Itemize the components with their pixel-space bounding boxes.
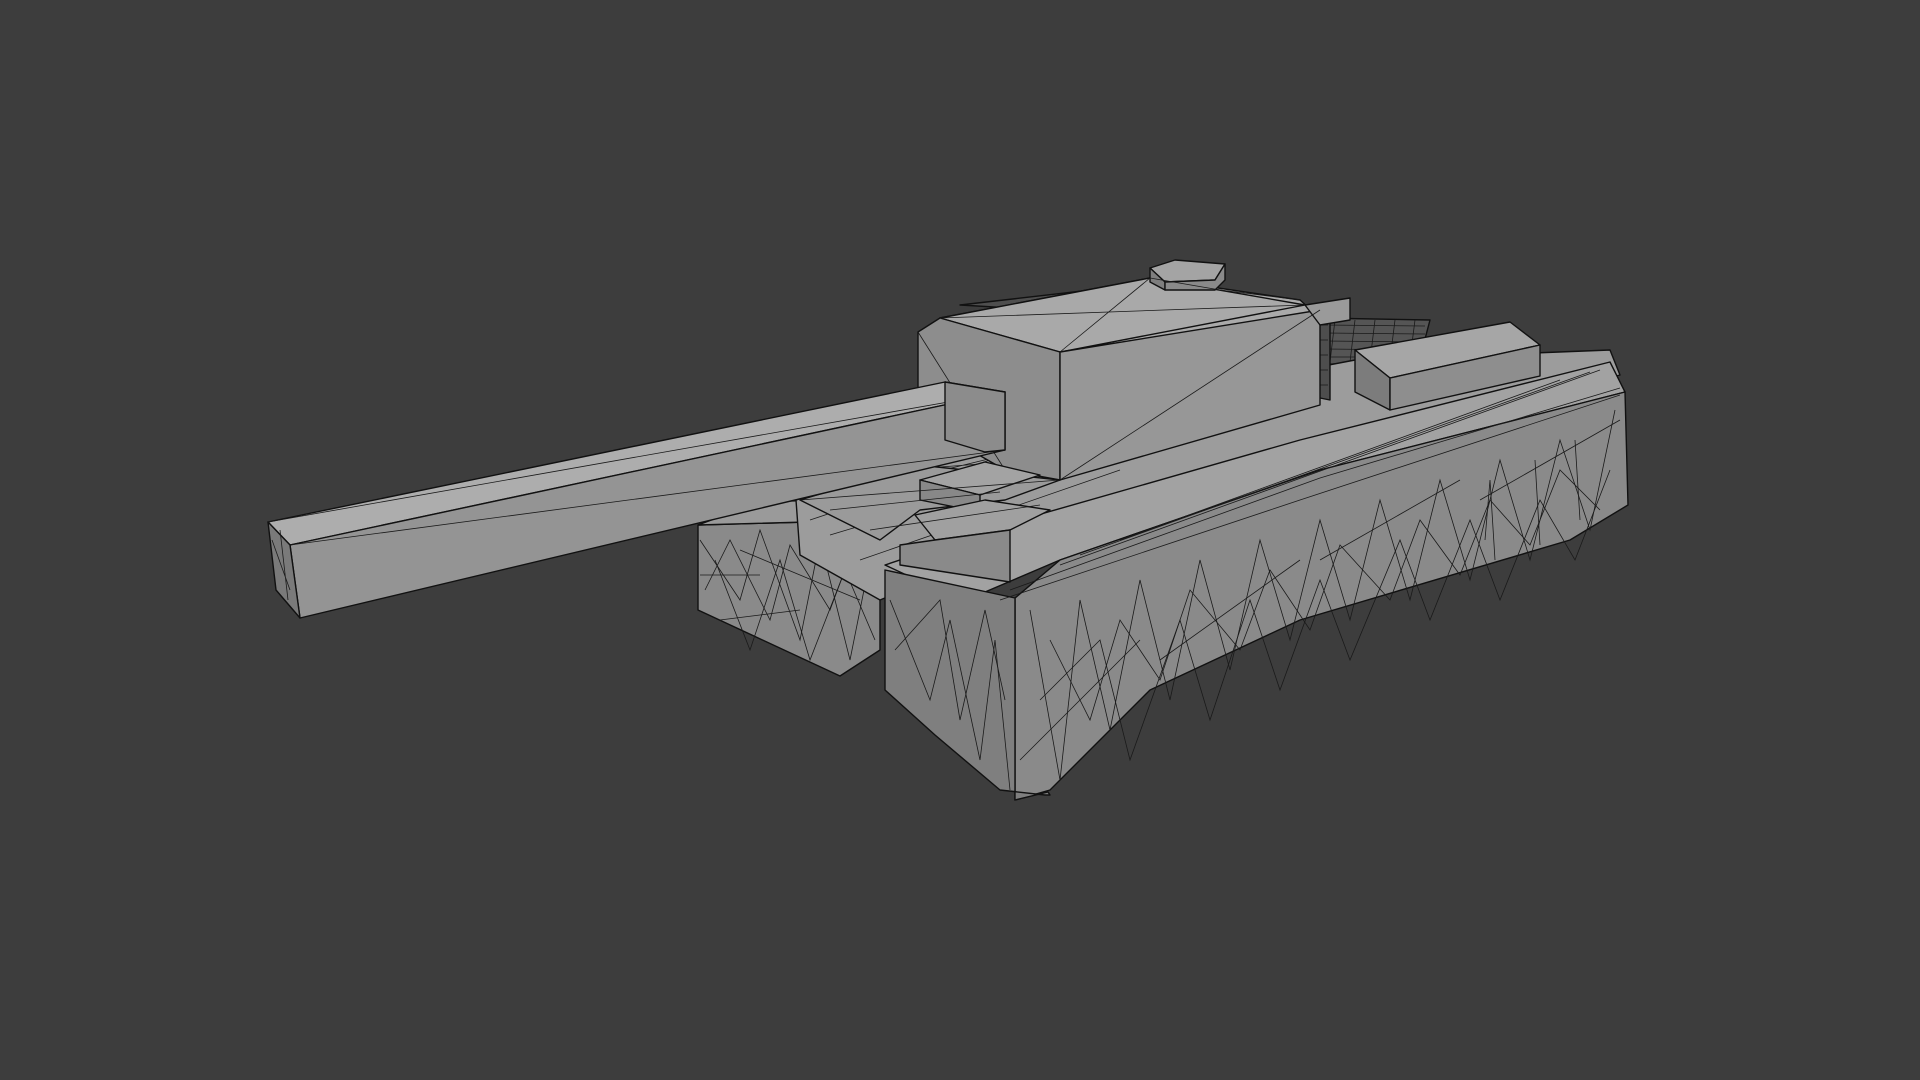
3d-viewport[interactable] (0, 0, 1920, 1080)
gun-mantlet (944, 381, 1006, 453)
tank-mesh[interactable] (0, 0, 1920, 1080)
